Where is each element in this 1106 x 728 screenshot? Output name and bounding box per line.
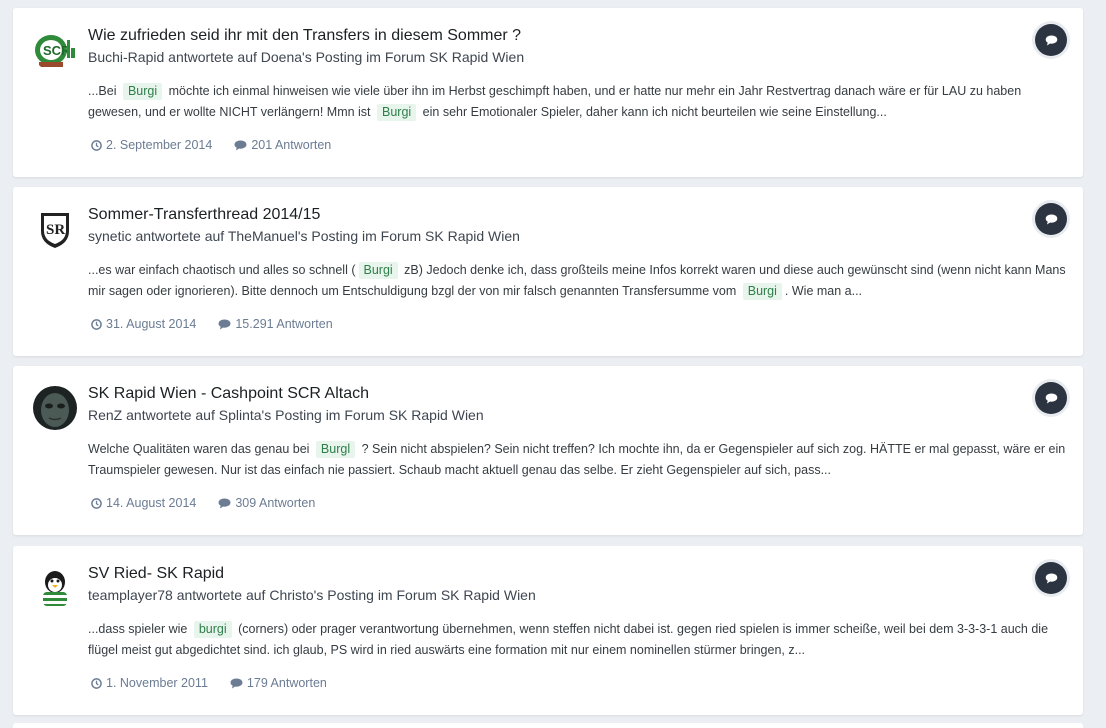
comment-icon [218, 318, 231, 330]
rapid-logo-avatar[interactable]: SCR [33, 28, 77, 72]
comment-icon [1045, 34, 1057, 46]
result-replies-label: 15.291 Antworten [235, 317, 333, 331]
result-date-label: 31. August 2014 [106, 317, 197, 331]
search-highlight: Burgi [122, 83, 163, 100]
search-highlight: Burgl [315, 441, 356, 458]
scr-crest-avatar[interactable]: SR [33, 207, 77, 251]
result-meta[interactable]: teamplayer78 antwortete auf Christo's Po… [88, 587, 536, 603]
reply-button[interactable] [1035, 562, 1067, 594]
result-title[interactable]: SK Rapid Wien - Cashpoint SCR Altach [88, 385, 369, 403]
result-title[interactable]: Wie zufrieden seid ihr mit den Transfers… [88, 27, 521, 45]
result-title[interactable]: SV Ried- SK Rapid [88, 565, 224, 583]
result-replies[interactable]: 15.291 Antworten [218, 317, 333, 331]
result-card: SK Rapid Wien - Cashpoint SCR Altach Ren… [13, 366, 1083, 535]
result-date-label: 2. September 2014 [106, 138, 213, 152]
result-replies[interactable]: 201 Antworten [234, 138, 331, 152]
result-card: SCR Wie zufrieden seid ihr mit den Trans… [13, 8, 1083, 177]
reply-button[interactable] [1035, 203, 1067, 235]
dark-face-avatar[interactable] [33, 386, 77, 430]
reply-button[interactable] [1035, 24, 1067, 56]
result-card: SV Ried- SK Rapid teamplayer78 antwortet… [13, 546, 1083, 715]
comment-icon [230, 677, 243, 689]
result-replies-label: 201 Antworten [251, 138, 332, 152]
next-result-card-edge [13, 723, 1083, 728]
reply-button[interactable] [1035, 382, 1067, 414]
result-date: 2. September 2014 [91, 138, 212, 152]
result-replies[interactable]: 309 Antworten [218, 496, 315, 510]
snippet-text: ...dass spieler wie [88, 622, 191, 636]
snippet-text: (corners) oder prager verantwortung über… [88, 622, 1049, 657]
penguin-avatar[interactable] [33, 566, 77, 610]
search-highlight: Burgi [742, 283, 782, 300]
svg-text:SCR: SCR [43, 43, 71, 58]
result-title[interactable]: Sommer-Transferthread 2014/15 [88, 206, 320, 224]
search-highlight: Burgi [377, 104, 417, 121]
result-replies[interactable]: 179 Antworten [230, 676, 327, 690]
result-replies-label: 179 Antworten [246, 676, 327, 690]
result-meta[interactable]: Buchi-Rapid antwortete auf Doena's Posti… [88, 49, 524, 65]
comment-icon [1045, 572, 1057, 584]
comment-icon [218, 497, 231, 509]
result-snippet: ...Bei Burgi möchte ich einmal hinweisen… [88, 81, 1068, 123]
snippet-text: ein sehr Emotionaler Spieler, daher kann… [419, 105, 887, 119]
result-stats: 31. August 2014 15.291 Antworten [91, 317, 333, 331]
result-stats: 1. November 2011 179 Antworten [91, 676, 327, 690]
clock-icon [91, 497, 102, 509]
clock-icon [91, 318, 102, 330]
comment-icon [234, 139, 247, 151]
result-date: 31. August 2014 [91, 317, 196, 331]
result-meta[interactable]: synetic antwortete auf TheManuel's Posti… [88, 228, 520, 244]
result-stats: 14. August 2014 309 Antworten [91, 496, 315, 510]
snippet-text: . Wie man a... [784, 284, 863, 298]
result-snippet: Welche Qualitäten waren das genau bei Bu… [88, 439, 1068, 481]
result-stats: 2. September 2014 201 Antworten [91, 138, 331, 152]
result-snippet: ...es war einfach chaotisch und alles so… [88, 260, 1068, 302]
snippet-text: Welche Qualitäten waren das genau bei [88, 442, 313, 456]
snippet-text: ...es war einfach chaotisch und alles so… [88, 263, 356, 277]
snippet-text: ...Bei [88, 84, 120, 98]
result-date-label: 14. August 2014 [106, 496, 197, 510]
search-highlight: Burgi [358, 262, 398, 279]
comment-icon [1045, 392, 1057, 404]
result-snippet: ...dass spieler wie burgi (corners) oder… [88, 619, 1068, 661]
result-date: 14. August 2014 [91, 496, 196, 510]
clock-icon [91, 139, 102, 151]
svg-text:SR: SR [46, 222, 65, 238]
comment-icon [1045, 213, 1057, 225]
result-replies-label: 309 Antworten [235, 496, 316, 510]
clock-icon [91, 677, 102, 689]
result-date: 1. November 2011 [91, 676, 208, 690]
search-highlight: burgi [193, 621, 232, 638]
result-meta[interactable]: RenZ antwortete auf Splinta's Posting im… [88, 407, 484, 423]
result-date-label: 1. November 2011 [106, 676, 208, 690]
result-card: SR Sommer-Transferthread 2014/15 synetic… [13, 187, 1083, 356]
